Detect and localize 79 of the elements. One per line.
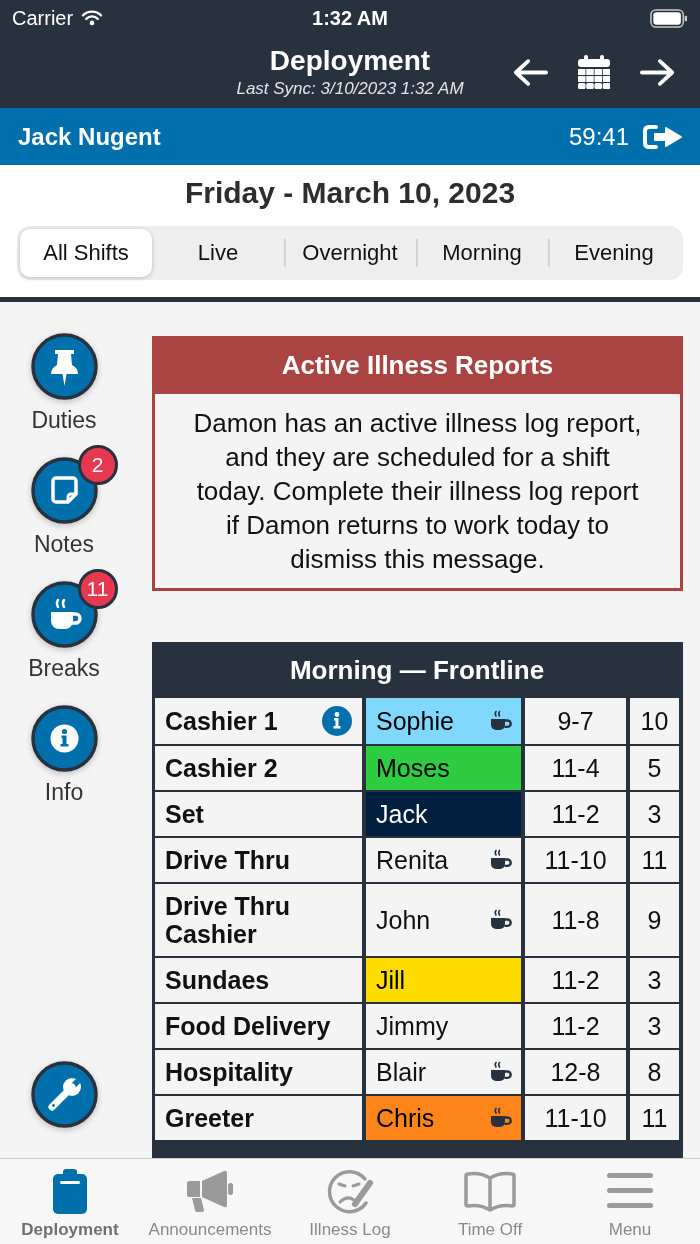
hours-cell: 3 <box>630 958 679 1002</box>
employee-name: John <box>376 906 431 934</box>
info-icon[interactable] <box>322 706 352 736</box>
shift-tab[interactable]: Evening <box>548 229 680 277</box>
shift-time-cell: 12-8 <box>525 1050 626 1094</box>
shift-tab[interactable]: Live <box>152 229 284 277</box>
open-book-icon <box>464 1170 516 1212</box>
tools-button[interactable] <box>30 1061 98 1128</box>
table-title: Morning — Frontline <box>288 653 546 687</box>
sidebar-button[interactable]: 11 Breaks <box>6 569 122 683</box>
sidebar-button[interactable]: Duties <box>8 321 120 435</box>
position-text: Set <box>165 800 204 828</box>
hours-cell: 3 <box>630 1004 679 1048</box>
position-text: Food Delivery <box>165 1012 331 1040</box>
employee-name: Sophie <box>376 707 454 735</box>
coffee-cup-icon <box>489 849 513 871</box>
shift-tab[interactable]: Morning <box>416 229 548 277</box>
alert-message: Damon has an active illness log report, and they are scheduled for a shift today. Complete their illness log report if Damon returns to work today to dismiss this message. <box>152 394 683 591</box>
user-name: Jack Nugent <box>18 122 162 151</box>
sidebar-button[interactable]: 2 Notes <box>8 445 120 559</box>
megaphone-icon <box>186 1169 234 1213</box>
sidebar-button[interactable]: Info <box>8 693 120 807</box>
position-text: Cashier 2 <box>165 754 278 782</box>
calendar-icon[interactable] <box>578 55 610 89</box>
notification-badge: 11 <box>77 569 118 609</box>
employee-name: Blair <box>376 1058 426 1086</box>
arrow-left-icon[interactable] <box>513 57 548 87</box>
battery-icon <box>650 8 688 28</box>
employee-name: Jack <box>376 800 428 828</box>
hours-cell: 11 <box>630 1096 679 1140</box>
hours-cell: 9 <box>630 884 679 956</box>
sick-face-icon <box>326 1167 374 1215</box>
shift-time-cell: 11-2 <box>525 792 626 836</box>
position-text: Hospitality <box>165 1058 293 1086</box>
coffee-cup-icon <box>489 1061 513 1083</box>
position-text: Cashier 1 <box>165 707 278 735</box>
pushpin-icon <box>30 333 98 400</box>
employee-name: Jimmy <box>376 1012 449 1040</box>
shift-tab[interactable]: Overnight <box>284 229 416 277</box>
shift-time-cell: 11-4 <box>525 746 626 790</box>
wrench-icon <box>30 1061 98 1128</box>
hours-cell: 11 <box>630 838 679 882</box>
menu-icon <box>607 1172 653 1210</box>
tab-bar-button[interactable]: Deployment <box>0 1159 140 1244</box>
shift-time-cell: 11-10 <box>525 1096 626 1140</box>
shift-time-cell: 11-8 <box>525 884 626 956</box>
info-icon <box>30 705 98 772</box>
shift-time-cell: 11-10 <box>525 838 626 882</box>
date-heading: Friday - March 10, 2023 <box>183 175 517 211</box>
position-text: Sundaes <box>165 966 270 994</box>
coffee-cup-icon <box>489 1107 513 1129</box>
employee-name: Renita <box>376 846 449 874</box>
status-time: 1:32 AM <box>312 6 388 30</box>
hours-cell: 5 <box>630 746 679 790</box>
shift-time-cell: 11-2 <box>525 958 626 1002</box>
wifi-icon <box>81 10 104 26</box>
last-sync-text: Last Sync: 3/10/2023 1:32 AM <box>236 78 464 100</box>
notification-badge: 2 <box>77 445 118 485</box>
coffee-cup-icon <box>489 909 513 931</box>
session-timer: 59:41 <box>568 122 629 151</box>
shift-tab[interactable]: All Shifts <box>20 229 152 277</box>
position-text: Drive Thru <box>165 846 291 874</box>
logout-icon[interactable] <box>643 124 683 149</box>
shift-time-cell: 11-2 <box>525 1004 626 1048</box>
position-text: Greeter <box>165 1104 254 1132</box>
employee-name: Moses <box>376 754 450 782</box>
clipboard-icon <box>52 1167 88 1215</box>
employee-name: Chris <box>376 1104 435 1132</box>
alert-title: Active Illness Reports <box>152 336 683 394</box>
arrow-right-icon[interactable] <box>640 57 675 87</box>
hours-cell: 8 <box>630 1050 679 1094</box>
screen-title: Deployment <box>269 44 431 78</box>
hours-cell: 3 <box>630 792 679 836</box>
shift-time-cell: 9-7 <box>525 698 626 744</box>
position-text: Drive Thru Cashier <box>165 892 292 948</box>
carrier-label: Carrier <box>12 6 74 30</box>
hours-cell: 10 <box>630 698 679 744</box>
coffee-cup-icon <box>489 710 513 732</box>
employee-name: Jill <box>376 966 406 994</box>
